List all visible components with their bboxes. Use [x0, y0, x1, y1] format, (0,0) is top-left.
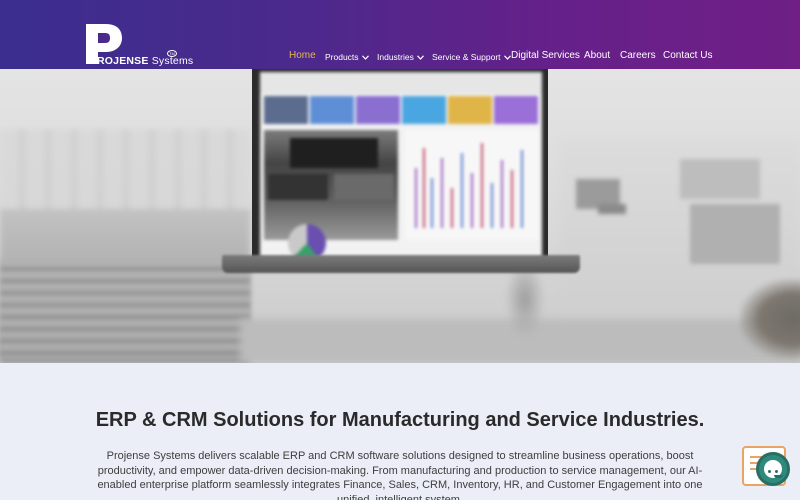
- nav-products[interactable]: Products: [325, 52, 369, 62]
- dashboard-block: [290, 138, 378, 168]
- chart-bar: [471, 173, 473, 228]
- chart-bar: [511, 170, 513, 228]
- dashboard-tile: [310, 96, 354, 124]
- nav-products-label: Products: [325, 52, 359, 62]
- section-description: Projense Systems delivers scalable ERP a…: [97, 450, 703, 500]
- chart-bar: [423, 148, 425, 228]
- nav-careers-label: Careers: [620, 50, 656, 61]
- dashboard-topbar: [260, 72, 542, 94]
- chart-bar: [501, 160, 503, 228]
- nav-about[interactable]: About: [584, 50, 610, 61]
- chart-bar: [521, 150, 523, 228]
- chart-bar: [491, 183, 493, 228]
- nav-about-label: About: [584, 50, 611, 61]
- chat-assistant-mouth: [774, 475, 783, 478]
- nav-service-support[interactable]: Service & Support: [432, 52, 511, 62]
- nav-careers[interactable]: Careers: [620, 50, 656, 61]
- chart-bar: [461, 153, 463, 228]
- chat-assistant-eye: [768, 470, 771, 473]
- hero-banner: [0, 69, 800, 363]
- dashboard-block: [334, 174, 394, 200]
- factory-machine-rows: [0, 259, 250, 359]
- person-silhouette: [740, 279, 800, 359]
- chevron-down-icon: [416, 54, 424, 60]
- chevron-down-icon: [361, 54, 369, 60]
- dashboard-tile: [402, 96, 446, 124]
- section-heading: ERP & CRM Solutions for Manufacturing an…: [95, 409, 705, 431]
- chevron-down-icon: [503, 54, 511, 60]
- chart-bar: [431, 178, 433, 228]
- nav-home[interactable]: Home: [289, 50, 316, 61]
- chat-assistant-eye: [775, 470, 778, 473]
- nav-home-label: Home: [289, 50, 316, 61]
- chat-widget-button[interactable]: [740, 444, 792, 492]
- nav-digital-services-label: Digital Services: [511, 50, 580, 61]
- factory-equipment: [690, 204, 780, 264]
- chart-bar: [481, 143, 483, 228]
- nav-service-support-label: Service & Support: [432, 52, 501, 62]
- factory-background: [0, 129, 250, 219]
- factory-equipment: [680, 159, 760, 199]
- chat-assistant-icon: [756, 452, 790, 486]
- dashboard-tile: [448, 96, 492, 124]
- dashboard-tile: [264, 96, 308, 124]
- nav-industries[interactable]: Industries: [377, 52, 424, 62]
- laptop-dashboard-screen: [260, 72, 542, 260]
- dashboard-tile: [356, 96, 400, 124]
- intro-section: ERP & CRM Solutions for Manufacturing an…: [0, 363, 800, 500]
- laptop-base: [222, 255, 580, 273]
- site-header: ROJENSE Systems TM Home Products Industr…: [0, 0, 800, 69]
- nav-contact-us[interactable]: Contact Us: [663, 50, 712, 61]
- chart-bar: [451, 188, 453, 228]
- dashboard-bar-chart: [405, 130, 539, 240]
- factory-monitor-stand: [598, 204, 626, 214]
- nav-digital-services[interactable]: Digital Services: [511, 50, 580, 61]
- nav-contact-us-label: Contact Us: [663, 50, 713, 61]
- chat-assistant-face: [764, 460, 783, 478]
- main-navigation: Home Products Industries Service & Suppo…: [0, 0, 800, 69]
- nav-industries-label: Industries: [377, 52, 414, 62]
- dashboard-block: [268, 174, 328, 200]
- chart-bar: [441, 158, 443, 228]
- dashboard-tile: [494, 96, 538, 124]
- chart-bar: [415, 168, 417, 228]
- dashboard-table-panel: [264, 130, 398, 240]
